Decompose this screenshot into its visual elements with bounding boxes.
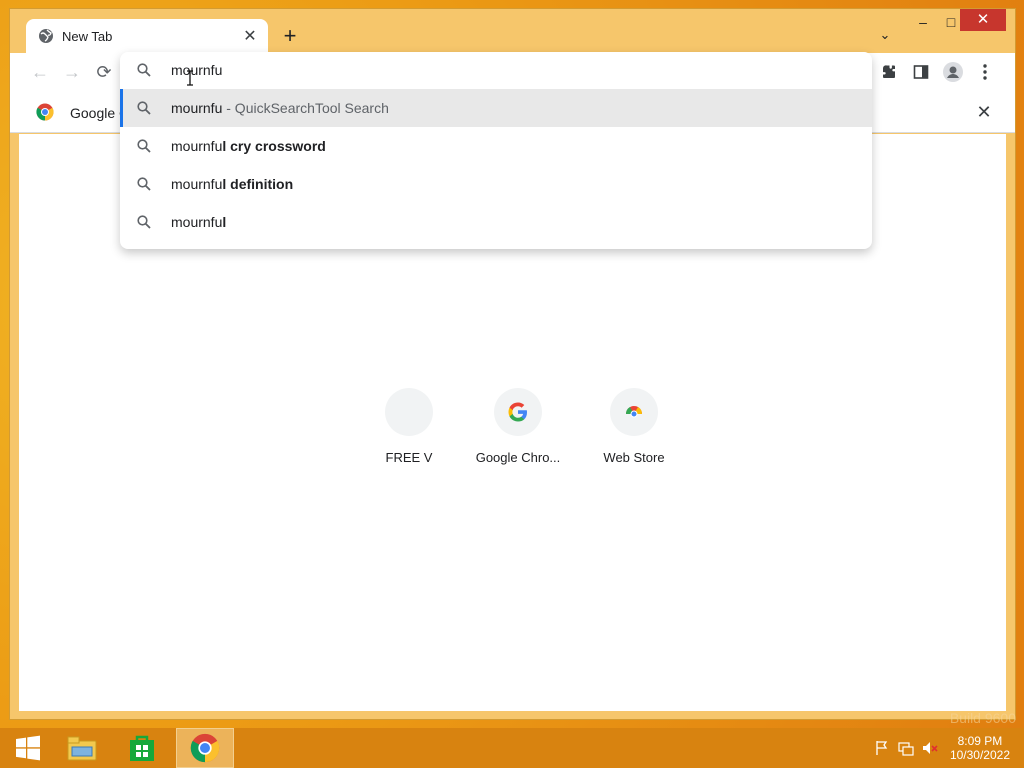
omnibox-dropdown: mournfu - QuickSearchTool Search mournfu… (120, 52, 872, 249)
web-store-icon (610, 388, 658, 436)
title-bar: New Tab ✕ + ⌄ – □ ✕ (10, 9, 1015, 53)
start-button[interactable] (0, 728, 56, 768)
suggestion-text: mournfu (171, 176, 223, 192)
infobar-close-icon[interactable]: ✕ (973, 101, 995, 123)
suggestion-item[interactable]: mournfu l cry crossword (120, 127, 872, 165)
extensions-icon[interactable] (876, 59, 902, 85)
suggestion-item[interactable]: mournfu l definition (120, 165, 872, 203)
tab-title: New Tab (62, 28, 113, 44)
side-panel-icon[interactable] (908, 59, 934, 85)
menu-kebab-icon[interactable] (972, 59, 998, 85)
search-icon (137, 177, 151, 191)
search-icon (137, 215, 151, 229)
clock-time: 8:09 PM (957, 734, 1003, 748)
suggestion-detail: - QuickSearchTool Search (222, 100, 389, 116)
windows-store-icon[interactable] (114, 728, 170, 768)
blank-icon (385, 388, 433, 436)
windows-build-watermark: Build 9600 (949, 710, 1016, 726)
network-icon[interactable] (898, 740, 914, 756)
minimize-button[interactable]: – (909, 9, 937, 35)
shortcut-free-v[interactable]: FREE V (353, 382, 465, 465)
tab-new-tab[interactable]: New Tab ✕ (26, 19, 268, 53)
chrome-logo-icon (36, 103, 54, 121)
suggestion-completion: l cry crossword (222, 138, 326, 154)
search-icon (137, 101, 151, 115)
shortcut-label: FREE V (385, 450, 433, 465)
text-cursor-icon (187, 70, 193, 86)
search-icon (137, 139, 151, 153)
tab-search-chevron-icon[interactable]: ⌄ (876, 27, 894, 45)
tab-close-icon[interactable]: ✕ (238, 26, 262, 46)
shortcut-web-store[interactable]: Web Store (578, 382, 690, 465)
omnibox-input[interactable] (171, 59, 851, 81)
search-icon (137, 63, 151, 77)
suggestion-item[interactable]: mournfu - QuickSearchTool Search (120, 89, 872, 127)
suggestion-item[interactable]: mournfu l (120, 203, 872, 241)
suggestion-text: mournfu (171, 214, 223, 230)
new-tab-button[interactable]: + (278, 24, 302, 48)
suggestion-text: mournfu (171, 138, 223, 154)
taskbar: 8:09 PM 10/30/2022 (0, 728, 1024, 768)
action-center-flag-icon[interactable] (874, 740, 890, 756)
chrome-taskbar-icon[interactable] (176, 728, 234, 768)
shortcut-label: Web Store (603, 450, 665, 465)
volume-muted-icon[interactable] (922, 740, 938, 756)
shortcut-google-chrome[interactable]: Google Chro... (462, 382, 574, 465)
shortcut-label: Google Chro... (475, 450, 561, 465)
clock-date: 10/30/2022 (949, 748, 1010, 762)
system-clock[interactable]: 8:09 PM 10/30/2022 (950, 734, 1010, 762)
profile-avatar-icon[interactable] (940, 59, 966, 85)
reload-button[interactable]: ⟳ (91, 59, 117, 85)
suggestion-completion: l (222, 214, 227, 230)
omnibox-input-row (120, 52, 872, 89)
forward-button[interactable]: → (59, 59, 85, 85)
suggestion-text: mournfu (171, 100, 223, 116)
globe-icon (39, 29, 53, 43)
close-window-button[interactable]: ✕ (960, 9, 1006, 31)
file-explorer-icon[interactable] (54, 728, 110, 768)
google-g-icon (494, 388, 542, 436)
suggestion-completion: l definition (222, 176, 294, 192)
back-button[interactable]: ← (27, 59, 53, 85)
